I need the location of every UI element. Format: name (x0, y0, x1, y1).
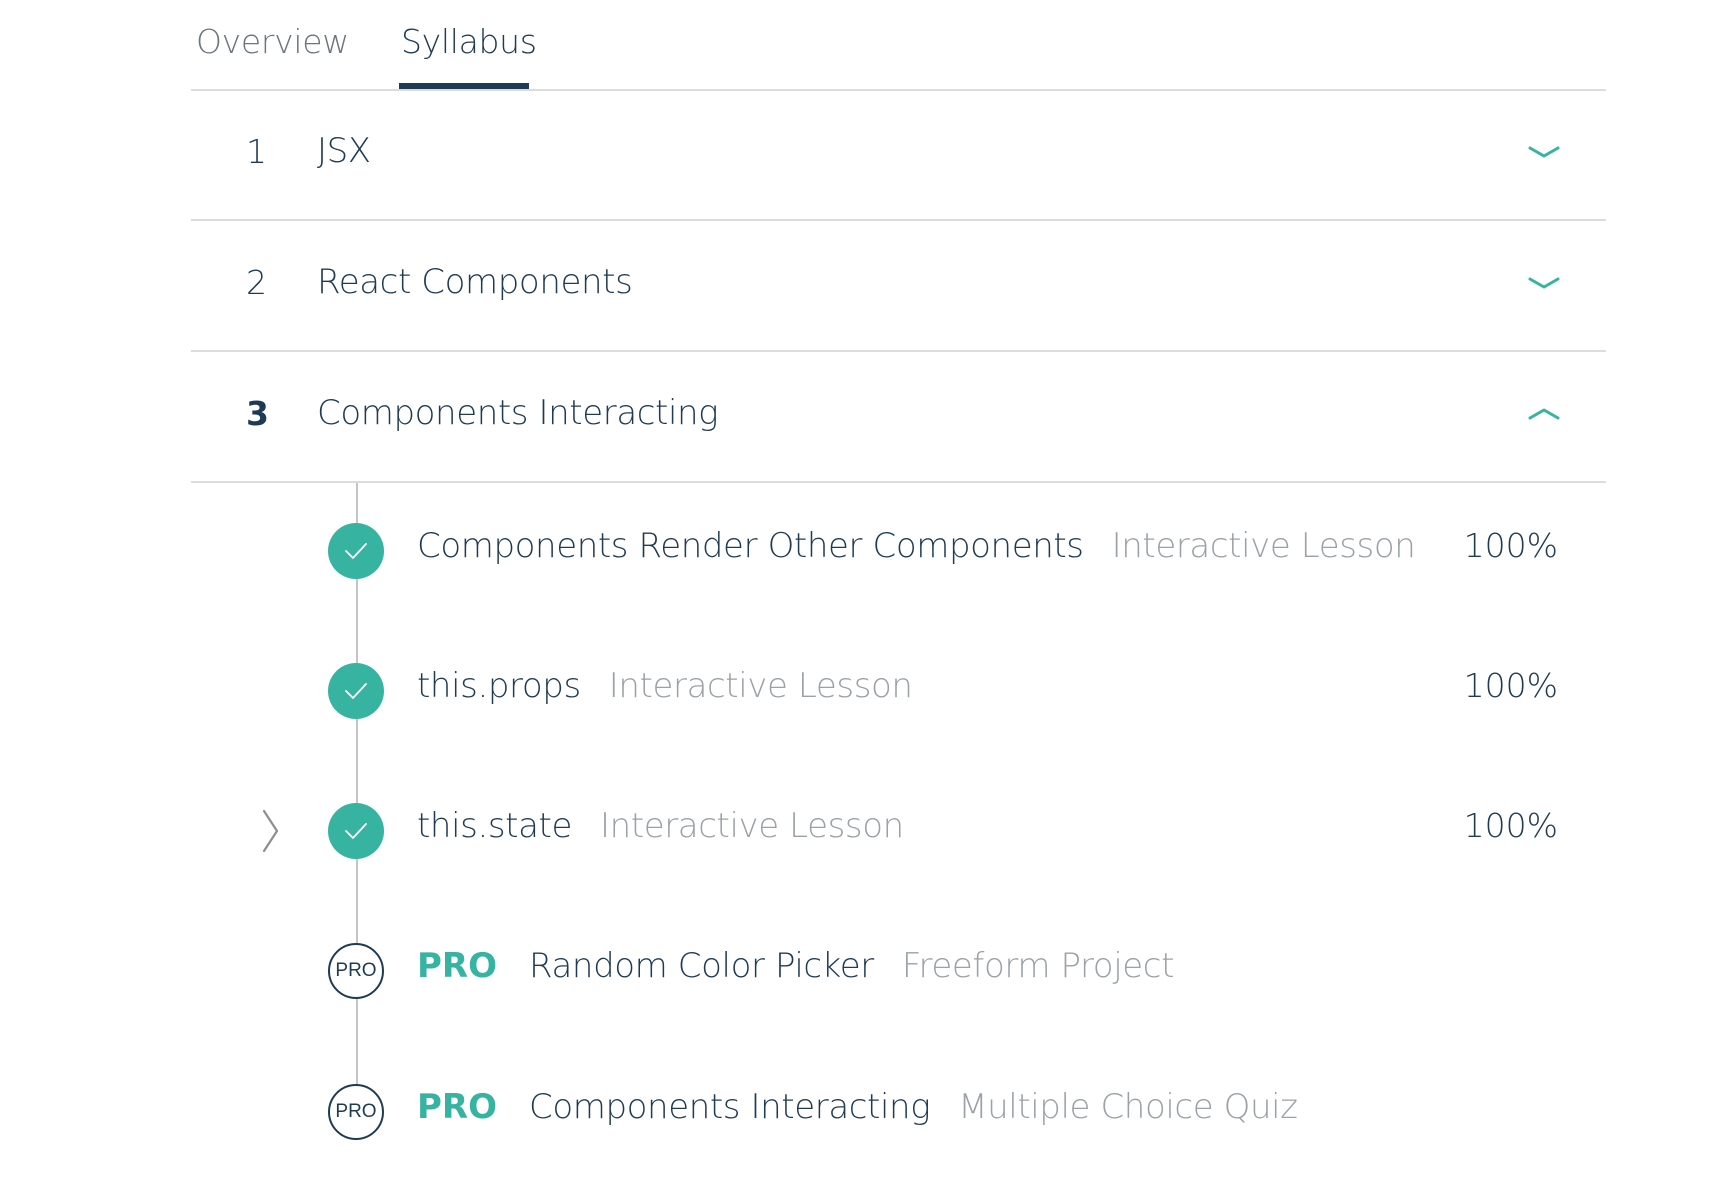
chevron-right-icon (262, 809, 279, 853)
lesson-title[interactable]: Components Interacting (529, 1087, 931, 1127)
module-number: 2 (246, 263, 267, 302)
pro-badge-text: PRO (335, 960, 377, 981)
lesson-type: Freeform Project (901, 946, 1175, 986)
pro-badge-text: PRO (335, 1101, 377, 1122)
lesson-progress: 100% (1463, 806, 1558, 845)
pro-label: PRO (417, 1087, 498, 1127)
lesson-row-current[interactable]: this.state Interactive Lesson 100% (191, 781, 1606, 881)
lesson-type: Multiple Choice Quiz (958, 1087, 1298, 1127)
tab-bar: Overview Syllabus (191, 0, 1606, 91)
complete-status-node (328, 663, 384, 719)
checkmark-icon (345, 823, 367, 839)
lesson-title[interactable]: Random Color Picker (529, 946, 874, 986)
pro-badge-icon: PRO (328, 943, 384, 999)
lesson-title[interactable]: Components Render Other Components (417, 526, 1084, 566)
lesson-text: this.state Interactive Lesson (417, 806, 904, 846)
checkmark-icon (345, 683, 367, 699)
lesson-title[interactable]: this.props (417, 666, 581, 706)
lesson-type: Interactive Lesson (599, 806, 904, 846)
module-number: 1 (246, 132, 267, 171)
chevron-down-icon[interactable] (1526, 272, 1562, 294)
module-number: 3 (246, 394, 269, 433)
lesson-progress: 100% (1463, 666, 1558, 705)
module-title: Components Interacting (317, 393, 719, 433)
module-3-header[interactable]: 3 Components Interacting (191, 351, 1606, 483)
pro-label: PRO (417, 946, 498, 986)
lesson-progress: 100% (1463, 526, 1558, 565)
syllabus-page: Overview Syllabus 1 JSX 2 React Componen… (0, 0, 1730, 1204)
checkmark-icon (345, 543, 367, 559)
lesson-row[interactable]: this.props Interactive Lesson 100% (191, 641, 1606, 741)
lesson-text: this.props Interactive Lesson (417, 666, 913, 706)
lesson-type: Interactive Lesson (1111, 526, 1416, 566)
lesson-row-pro[interactable]: PRO PRO Random Color Picker Freeform Proje… (191, 921, 1606, 1021)
lesson-title[interactable]: this.state (417, 806, 572, 846)
lesson-text: PRO Random Color Picker Freeform Project (417, 946, 1174, 986)
complete-status-node (328, 803, 384, 859)
tab-overview[interactable]: Overview (196, 22, 349, 61)
complete-status-node (328, 523, 384, 579)
lesson-row[interactable]: Components Render Other Components Intera… (191, 501, 1606, 601)
lesson-type: Interactive Lesson (608, 666, 913, 706)
chevron-down-icon[interactable] (1526, 141, 1562, 163)
lesson-text: Components Render Other Components Intera… (417, 526, 1416, 566)
module-2-header[interactable]: 2 React Components (191, 220, 1606, 352)
module-1-header[interactable]: 1 JSX (191, 89, 1606, 221)
lesson-text: PRO Components Interacting Multiple Choice… (417, 1087, 1298, 1127)
chevron-up-icon[interactable] (1526, 403, 1562, 425)
lesson-row-pro[interactable]: PRO PRO Components Interacting Multiple Ch… (191, 1062, 1606, 1162)
module-title: React Components (317, 262, 633, 302)
module-title: JSX (317, 131, 371, 171)
tab-syllabus[interactable]: Syllabus (401, 22, 537, 61)
pro-badge-icon: PRO (328, 1084, 384, 1140)
